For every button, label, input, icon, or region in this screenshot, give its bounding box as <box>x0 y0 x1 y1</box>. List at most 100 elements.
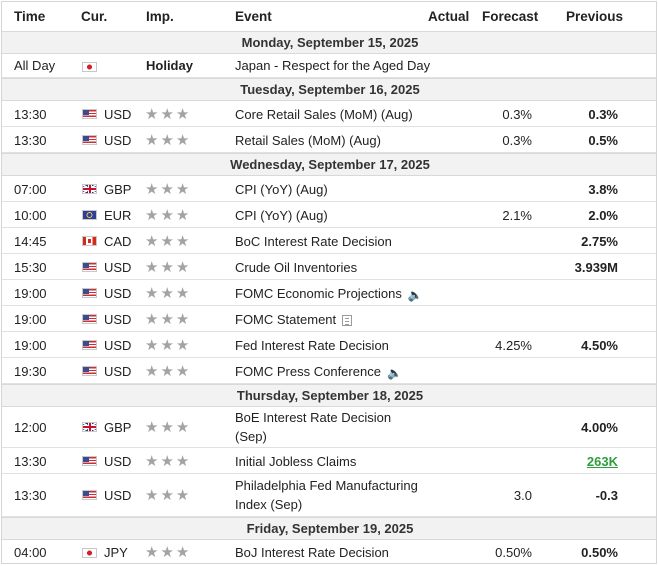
importance-stars-icon: ★★★ <box>145 544 192 561</box>
header-previous[interactable]: Previous <box>566 9 623 24</box>
table-row[interactable]: 13:30 USD ★★★ Philadelphia Fed Manufactu… <box>2 474 656 517</box>
event-name-line2[interactable]: (Sep) <box>235 429 267 444</box>
event-time: 15:30 <box>14 260 47 275</box>
event-cell: FOMC Statement <box>235 312 353 327</box>
importance-stars-icon: ★★★ <box>145 419 192 436</box>
event-forecast: 4.25% <box>495 338 532 353</box>
importance-stars-icon: ★★★ <box>145 106 192 123</box>
event-time: 13:30 <box>14 107 47 122</box>
event-name[interactable]: BoC Interest Rate Decision <box>235 234 392 249</box>
event-previous: 2.0% <box>588 208 618 223</box>
event-time: 19:30 <box>14 364 47 379</box>
event-previous: 2.75% <box>581 234 618 249</box>
economic-calendar: Time Cur. Imp. Event Actual Forecast Pre… <box>1 1 657 564</box>
event-forecast: 2.1% <box>502 208 532 223</box>
table-row[interactable]: 15:30 USD ★★★ Crude Oil Inventories 3.93… <box>2 254 656 280</box>
japan-flag-icon <box>82 548 97 558</box>
event-previous: 0.5% <box>588 133 618 148</box>
event-time: All Day <box>14 58 56 73</box>
event-time: 07:00 <box>14 182 47 197</box>
event-name[interactable]: CPI (YoY) (Aug) <box>235 208 328 223</box>
document-icon[interactable] <box>342 315 353 327</box>
us-flag-icon <box>82 288 97 298</box>
event-previous: 0.50% <box>581 545 618 560</box>
event-previous: 4.00% <box>581 420 618 435</box>
table-row[interactable]: 13:30 USD ★★★ Retail Sales (MoM) (Aug) 0… <box>2 127 656 153</box>
event-name-line1[interactable]: BoE Interest Rate Decision <box>235 410 391 425</box>
event-name[interactable]: CPI (YoY) (Aug) <box>235 182 328 197</box>
table-row[interactable]: 04:00 JPY ★★★ BoJ Interest Rate Decision… <box>2 540 656 563</box>
importance-stars-icon: ★★★ <box>145 453 192 470</box>
event-currency: USD <box>104 107 132 122</box>
event-name[interactable]: BoJ Interest Rate Decision <box>235 545 389 560</box>
event-currency: EUR <box>104 208 132 223</box>
canada-flag-icon <box>82 236 97 246</box>
event-name[interactable]: Core Retail Sales (MoM) (Aug) <box>235 107 413 122</box>
event-previous-link[interactable]: 263K <box>587 454 618 469</box>
event-currency: USD <box>104 338 132 353</box>
table-row[interactable]: 19:00 USD ★★★ Fed Interest Rate Decision… <box>2 332 656 358</box>
event-currency: GBP <box>104 182 132 197</box>
importance-stars-icon: ★★★ <box>145 233 192 250</box>
event-previous: 0.3% <box>588 107 618 122</box>
event-previous: 3.8% <box>588 182 618 197</box>
header-actual[interactable]: Actual <box>428 9 469 24</box>
importance-stars-icon: ★★★ <box>145 285 192 302</box>
event-name[interactable]: Japan - Respect for the Aged Day <box>235 58 430 73</box>
day-header-wednesday: Wednesday, September 17, 2025 <box>2 153 656 176</box>
event-currency: USD <box>104 454 132 469</box>
importance-stars-icon: ★★★ <box>145 311 192 328</box>
table-row[interactable]: 13:30 USD ★★★ Core Retail Sales (MoM) (A… <box>2 101 656 127</box>
event-name[interactable]: Fed Interest Rate Decision <box>235 338 389 353</box>
importance-stars-icon: ★★★ <box>145 487 192 504</box>
speaker-icon[interactable]: 🔈 <box>408 288 423 302</box>
uk-flag-icon <box>82 184 97 194</box>
event-currency: JPY <box>104 545 128 560</box>
us-flag-icon <box>82 262 97 272</box>
us-flag-icon <box>82 135 97 145</box>
table-row[interactable]: 19:00 USD ★★★ FOMC Economic Projections 🔈 <box>2 280 656 306</box>
event-previous: -0.3 <box>595 488 618 503</box>
event-name[interactable]: FOMC Press Conference <box>235 364 381 379</box>
table-row[interactable]: 14:45 CAD ★★★ BoC Interest Rate Decision… <box>2 228 656 254</box>
importance-stars-icon: ★★★ <box>145 259 192 276</box>
us-flag-icon <box>82 366 97 376</box>
event-name-line1[interactable]: Philadelphia Fed Manufacturing <box>235 478 418 493</box>
table-row[interactable]: 07:00 GBP ★★★ CPI (YoY) (Aug) 3.8% <box>2 176 656 202</box>
table-row[interactable]: All Day Holiday Japan - Respect for the … <box>2 54 656 78</box>
table-row[interactable]: 12:00 GBP ★★★ BoE Interest Rate Decision… <box>2 407 656 448</box>
table-row[interactable]: 13:30 USD ★★★ Initial Jobless Claims 263… <box>2 448 656 474</box>
event-forecast: 3.0 <box>513 488 532 503</box>
event-currency: USD <box>104 286 132 301</box>
event-name-line2[interactable]: Index (Sep) <box>235 497 302 512</box>
event-time: 13:30 <box>14 133 47 148</box>
event-forecast: 0.3% <box>502 107 532 122</box>
table-header: Time Cur. Imp. Event Actual Forecast Pre… <box>2 2 656 32</box>
event-name[interactable]: FOMC Statement <box>235 312 336 327</box>
importance-stars-icon: ★★★ <box>145 337 192 354</box>
us-flag-icon <box>82 456 97 466</box>
event-name[interactable]: Initial Jobless Claims <box>235 454 356 469</box>
eu-flag-icon <box>82 210 97 220</box>
event-time: 19:00 <box>14 338 47 353</box>
header-forecast[interactable]: Forecast <box>482 9 538 24</box>
event-time: 12:00 <box>14 420 47 435</box>
table-row[interactable]: 10:00 EUR ★★★ CPI (YoY) (Aug) 2.1% 2.0% <box>2 202 656 228</box>
event-name[interactable]: FOMC Economic Projections <box>235 286 402 301</box>
us-flag-icon <box>82 340 97 350</box>
event-currency: USD <box>104 260 132 275</box>
event-time: 14:45 <box>14 234 47 249</box>
header-importance[interactable]: Imp. <box>146 9 174 24</box>
header-event[interactable]: Event <box>235 9 272 24</box>
event-time: 04:00 <box>14 545 47 560</box>
importance-stars-icon: ★★★ <box>145 132 192 149</box>
event-name[interactable]: Crude Oil Inventories <box>235 260 357 275</box>
day-header-tuesday: Tuesday, September 16, 2025 <box>2 78 656 101</box>
speaker-icon[interactable]: 🔈 <box>387 366 402 380</box>
table-row[interactable]: 19:00 USD ★★★ FOMC Statement <box>2 306 656 332</box>
header-time[interactable]: Time <box>14 9 45 24</box>
event-forecast: 0.3% <box>502 133 532 148</box>
table-row[interactable]: 19:30 USD ★★★ FOMC Press Conference 🔈 <box>2 358 656 384</box>
header-currency[interactable]: Cur. <box>81 9 107 24</box>
event-name[interactable]: Retail Sales (MoM) (Aug) <box>235 133 381 148</box>
